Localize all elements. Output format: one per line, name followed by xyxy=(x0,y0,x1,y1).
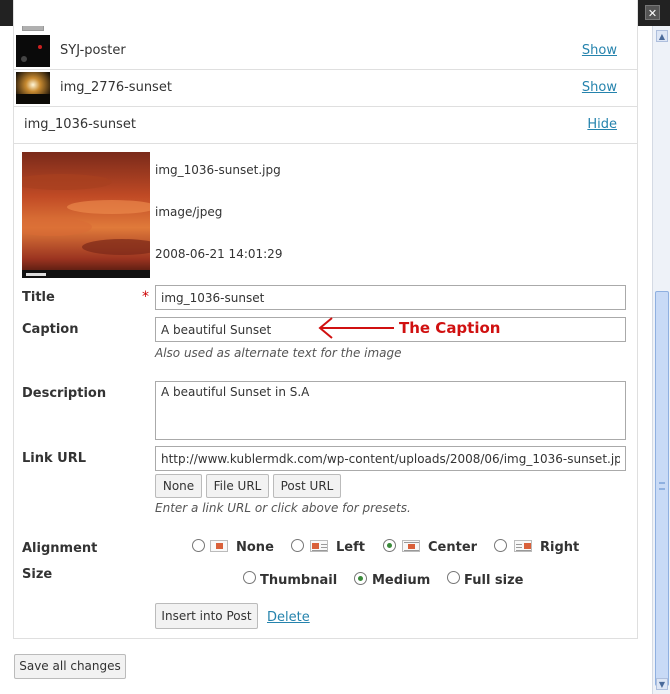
size-medium-radio[interactable] xyxy=(354,572,367,585)
attachment-name: img_1036-sunset xyxy=(24,117,136,132)
save-all-changes-button[interactable]: Save all changes xyxy=(14,654,126,679)
size-full-radio[interactable] xyxy=(447,571,460,584)
file-type: image/jpeg xyxy=(155,205,223,219)
caption-arrow-icon xyxy=(318,317,394,339)
size-full-label: Full size xyxy=(464,573,524,588)
title-input[interactable] xyxy=(155,285,626,310)
size-thumbnail-radio[interactable] xyxy=(243,571,256,584)
show-link[interactable]: Show xyxy=(582,43,617,58)
attachment-thumbnail xyxy=(16,35,50,67)
close-icon[interactable]: ✕ xyxy=(645,5,660,20)
scroll-down-icon[interactable]: ▼ xyxy=(656,678,668,690)
scrollbar-thumb[interactable] xyxy=(655,291,669,686)
partial-thumbnail xyxy=(22,26,44,31)
required-marker: * xyxy=(142,289,149,305)
link-url-label: Link URL xyxy=(22,451,87,466)
file-name: img_1036-sunset.jpg xyxy=(155,163,281,177)
link-url-input[interactable] xyxy=(155,446,626,471)
link-none-button[interactable]: None xyxy=(155,474,202,498)
grip-icon xyxy=(659,482,665,490)
hide-link[interactable]: Hide xyxy=(587,117,617,132)
size-label: Size xyxy=(22,567,53,582)
align-left-icon xyxy=(310,540,328,552)
align-none-label: None xyxy=(236,540,274,555)
size-thumbnail-label: Thumbnail xyxy=(260,573,338,588)
attachment-thumbnail xyxy=(16,72,50,104)
align-left-radio[interactable] xyxy=(291,539,304,552)
attachment-name: img_2776-sunset xyxy=(60,80,172,95)
scroll-up-icon[interactable]: ▲ xyxy=(656,30,668,42)
attachment-name: SYJ-poster xyxy=(60,43,126,58)
attachment-row: img_2776-sunset Show xyxy=(14,70,637,107)
file-url-button[interactable]: File URL xyxy=(206,474,269,498)
scrollbar[interactable]: ▲ ▼ xyxy=(652,26,670,694)
align-right-label: Right xyxy=(540,540,580,555)
align-right-radio[interactable] xyxy=(494,539,507,552)
align-center-radio[interactable] xyxy=(383,539,396,552)
image-preview xyxy=(22,152,150,278)
align-none-radio[interactable] xyxy=(192,539,205,552)
upload-date: 2008-06-21 14:01:29 xyxy=(155,247,283,261)
align-center-label: Center xyxy=(428,540,478,555)
caption-help: Also used as alternate text for the imag… xyxy=(155,346,402,360)
post-url-button[interactable]: Post URL xyxy=(273,474,341,498)
insert-into-post-button[interactable]: Insert into Post xyxy=(155,603,258,629)
show-link[interactable]: Show xyxy=(582,80,617,95)
link-help: Enter a link URL or click above for pres… xyxy=(155,501,411,515)
align-left-label: Left xyxy=(336,540,365,555)
caption-annotation: The Caption xyxy=(399,319,501,337)
attachment-row: SYJ-poster Show xyxy=(14,33,637,70)
description-textarea[interactable]: A beautiful Sunset in S.A xyxy=(155,381,626,440)
caption-label: Caption xyxy=(22,322,79,337)
alignment-label: Alignment xyxy=(22,541,98,556)
align-center-icon xyxy=(402,540,420,552)
align-none-icon xyxy=(210,540,228,552)
delete-link[interactable]: Delete xyxy=(267,610,310,625)
size-medium-label: Medium xyxy=(372,573,431,588)
title-label: Title xyxy=(22,290,55,305)
description-label: Description xyxy=(22,386,107,401)
attachment-row-expanded: img_1036-sunset Hide xyxy=(14,107,637,144)
align-right-icon xyxy=(514,540,532,552)
